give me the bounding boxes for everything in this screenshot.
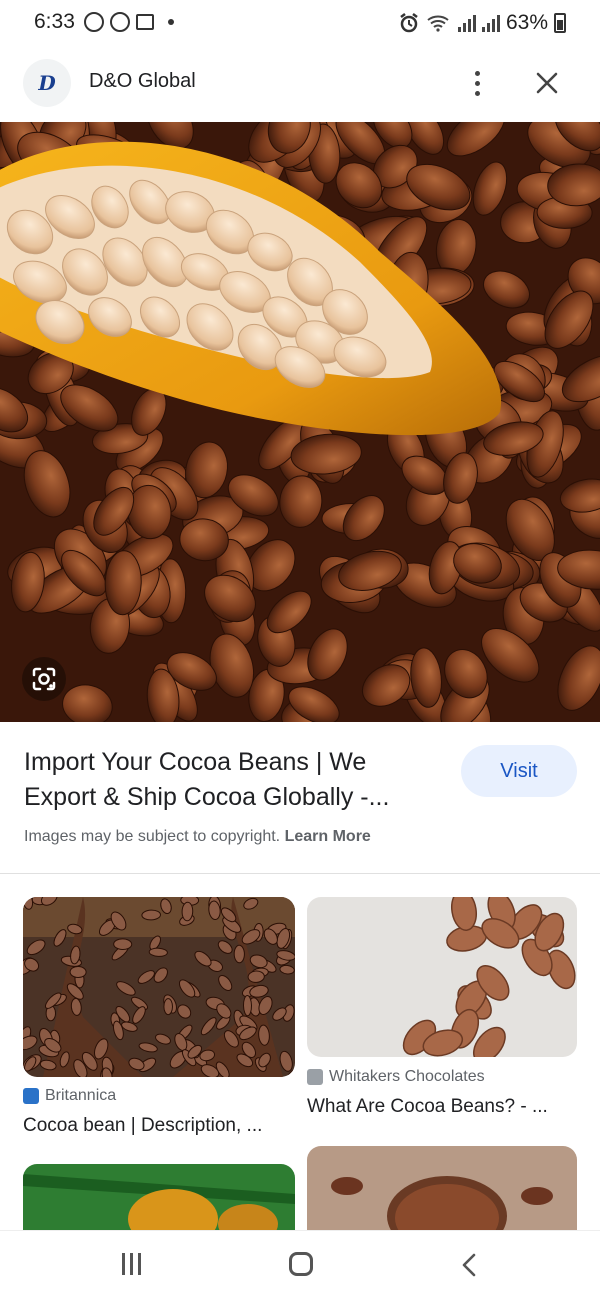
recents-button[interactable] (122, 1253, 146, 1275)
image-icon (136, 14, 154, 30)
signal-icon (481, 14, 500, 32)
system-icons: 63% (398, 11, 566, 35)
related-image-card[interactable] (307, 897, 577, 1057)
google-lens-button[interactable] (22, 657, 66, 701)
signal-icon (457, 14, 476, 32)
cocoa-beans-image (0, 122, 600, 722)
visit-button[interactable]: Visit (461, 745, 577, 797)
cocoa-powder-image (307, 1146, 577, 1230)
more-vert-icon (474, 70, 480, 76)
whatsapp-icon (110, 12, 130, 32)
cocoa-hands-image (23, 897, 295, 1077)
more-options-button[interactable] (460, 64, 494, 102)
whatsapp-icon (84, 12, 104, 32)
close-button[interactable] (528, 64, 566, 102)
home-button[interactable] (289, 1252, 313, 1276)
cocoa-beans-closeup-image (307, 897, 577, 1057)
divider (0, 873, 600, 874)
whitakers-favicon-icon (307, 1069, 323, 1085)
source-name: Whitakers Chocolates (329, 1068, 485, 1085)
wifi-icon (427, 15, 449, 32)
related-source: Whitakers Chocolates (307, 1068, 485, 1086)
result-title[interactable]: Import Your Cocoa Beans | We Export & Sh… (24, 745, 434, 815)
notification-icons (84, 12, 174, 32)
status-time: 6:33 (34, 10, 75, 33)
more-notifications-dot (168, 19, 174, 25)
britannica-favicon-icon (23, 1088, 39, 1104)
related-image-card[interactable] (307, 1146, 577, 1230)
cocoa-pod-leaves-image (23, 1164, 295, 1230)
copyright-text: Images may be subject to copyright. (24, 828, 281, 845)
google-lens-icon (32, 667, 56, 691)
related-source: Britannica (23, 1087, 116, 1105)
related-title[interactable]: Cocoa bean | Description, ... (23, 1115, 262, 1137)
related-image-card[interactable] (23, 1164, 295, 1230)
related-image-card[interactable] (23, 897, 295, 1077)
close-icon (536, 72, 558, 94)
site-name: D&O Global (89, 70, 196, 92)
battery-percent: 63% (505, 11, 548, 34)
learn-more-link[interactable]: Learn More (285, 828, 371, 845)
site-logo: D (23, 59, 71, 107)
viewer-header: D D&O Global (0, 44, 600, 122)
source-name: Britannica (45, 1087, 117, 1104)
related-title[interactable]: What Are Cocoa Beans? - ... (307, 1096, 548, 1118)
logo-mark-icon: D (38, 71, 56, 95)
back-chevron-icon (462, 1253, 476, 1277)
back-button[interactable] (456, 1251, 484, 1279)
system-navigation-bar (0, 1230, 600, 1301)
copyright-notice: Images may be subject to copyright. Lear… (24, 828, 371, 846)
main-image[interactable] (0, 122, 600, 722)
status-bar: 6:33 63% (0, 0, 600, 44)
alarm-icon (400, 13, 418, 33)
battery-icon (554, 13, 566, 33)
